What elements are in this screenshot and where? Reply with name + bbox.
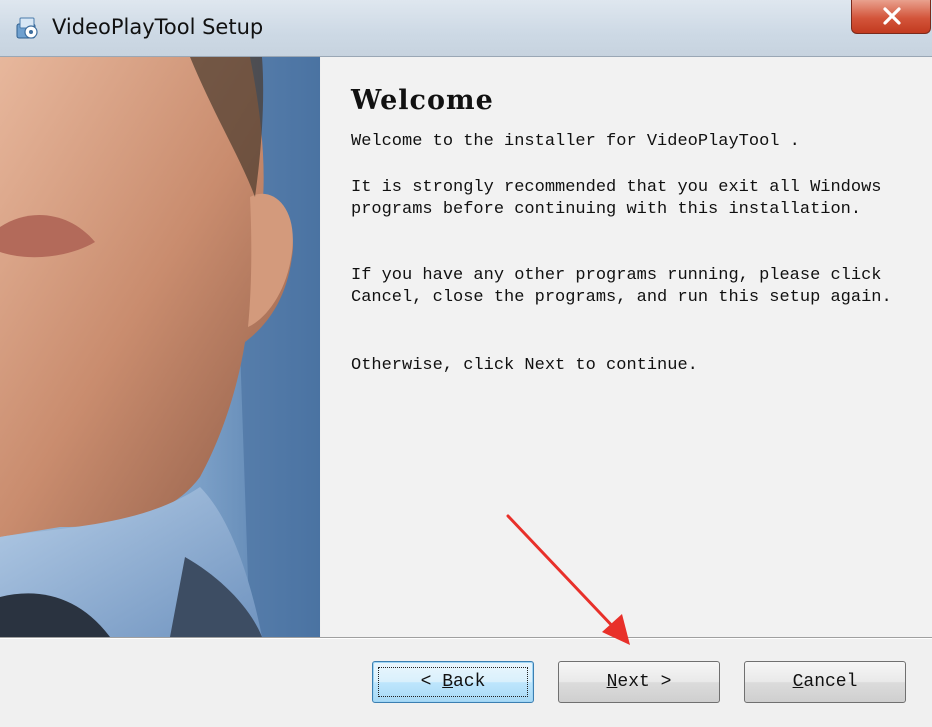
side-banner-image [0, 57, 320, 637]
next-button-label: ext > [617, 672, 672, 692]
next-button-accelerator: N [606, 672, 618, 692]
exit-programs-text: It is strongly recommended that you exit… [351, 178, 882, 219]
next-button[interactable]: Next > [558, 661, 720, 703]
cancel-button-accelerator: C [792, 672, 804, 692]
intro-text: Welcome to the installer for VideoPlayTo… [351, 132, 800, 151]
welcome-heading: Welcome [351, 85, 494, 116]
setup-window: VideoPlayTool Setup Welcome Welcome to t… [0, 0, 932, 727]
back-button-accelerator: B [442, 672, 453, 692]
title-bar[interactable]: VideoPlayTool Setup [0, 0, 932, 57]
window-title: VideoPlayTool Setup [52, 15, 264, 39]
back-button[interactable]: < Back [372, 661, 534, 703]
back-button-label: ack [453, 672, 486, 692]
close-icon [883, 7, 901, 25]
cancel-instruction-text: If you have any other programs running, … [351, 266, 892, 307]
cancel-button-label: ancel [803, 672, 858, 692]
close-button[interactable] [851, 0, 931, 34]
back-button-prefix: < [420, 672, 443, 692]
cancel-button[interactable]: Cancel [744, 661, 906, 703]
next-instruction-text: Otherwise, click Next to continue. [351, 356, 698, 375]
installer-icon [14, 15, 40, 41]
welcome-panel: Welcome Welcome to the installer for Vid… [321, 57, 932, 637]
